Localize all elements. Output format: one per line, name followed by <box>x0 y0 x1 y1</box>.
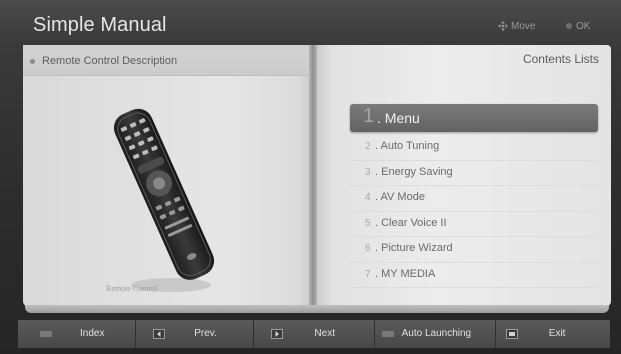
item-number: 5 <box>365 217 371 229</box>
item-label: . Auto Tuning <box>375 140 440 152</box>
contents-item-picture-wizard[interactable]: 6 . Picture Wizard <box>350 237 598 263</box>
item-label: . Picture Wizard <box>375 242 453 254</box>
contents-list: 1 . Menu 2 . Auto Tuning 3 . Energy Savi… <box>350 104 598 288</box>
book-bottom-edge <box>25 305 609 313</box>
manual-book: Remote Control Description Remote Contro… <box>23 45 611 313</box>
remote-description-label: Remote Control Description <box>42 55 178 67</box>
item-number: 4 <box>365 192 371 203</box>
contents-item-auto-tuning[interactable]: 2 . Auto Tuning <box>350 135 598 161</box>
auto-launching-icon <box>381 331 394 337</box>
bullet-icon <box>30 59 35 64</box>
prev-button[interactable]: Prev. <box>136 320 255 348</box>
item-label: . MY MEDIA <box>375 267 436 280</box>
title-bar: Simple Manual Move OK <box>0 0 621 44</box>
remote-caption: Remote Control <box>106 284 158 293</box>
contents-item-energy-saving[interactable]: 3 . Energy Saving <box>350 161 598 186</box>
dpad-icon <box>498 21 508 34</box>
item-number: 1 <box>363 105 375 127</box>
remote-control-image <box>93 97 233 297</box>
item-number: 3 <box>365 166 371 178</box>
index-button[interactable]: Index <box>18 320 137 348</box>
next-label: Next <box>314 328 335 339</box>
move-hint-label: Move <box>511 21 536 32</box>
item-number: 7 <box>365 268 371 280</box>
item-label: . Menu <box>377 110 420 126</box>
index-label: Index <box>80 328 105 339</box>
ok-dot-icon <box>566 23 572 29</box>
ok-hint-label: OK <box>576 21 591 32</box>
contents-item-menu[interactable]: 1 . Menu <box>350 104 598 132</box>
next-icon <box>271 329 284 339</box>
item-label: . Clear Voice II <box>375 216 447 229</box>
exit-button[interactable]: Exit <box>495 320 610 348</box>
prev-icon <box>153 329 166 339</box>
exit-icon <box>505 329 518 339</box>
contents-item-my-media[interactable]: 7 . MY MEDIA <box>350 263 598 288</box>
bottom-button-bar: Index Prev. Next Auto Launching Exit <box>18 320 610 348</box>
left-page: Remote Control Description Remote Contro… <box>23 45 312 307</box>
ok-hint: OK <box>566 21 590 32</box>
item-number: 2 <box>365 141 371 152</box>
contents-item-av-mode[interactable]: 4 . AV Mode <box>350 186 598 212</box>
move-hint: Move <box>498 21 535 34</box>
prev-label: Prev. <box>194 328 217 339</box>
index-icon <box>40 331 52 337</box>
book-spine <box>309 45 317 307</box>
exit-label: Exit <box>548 328 566 339</box>
item-label: . Energy Saving <box>375 165 453 178</box>
item-label: . AV Mode <box>375 191 425 203</box>
simple-manual-screen: Simple Manual Move OK Remote Control Des… <box>0 0 621 354</box>
app-title: Simple Manual <box>33 14 167 36</box>
next-button[interactable]: Next <box>254 320 375 348</box>
auto-launching-label: Auto Launching <box>401 328 472 339</box>
item-number: 6 <box>365 243 371 254</box>
auto-launching-button[interactable]: Auto Launching <box>374 320 496 348</box>
contents-lists-title: Contents Lists <box>522 52 599 66</box>
contents-item-clear-voice[interactable]: 5 . Clear Voice II <box>350 212 598 237</box>
left-page-header: Remote Control Description <box>23 45 312 76</box>
